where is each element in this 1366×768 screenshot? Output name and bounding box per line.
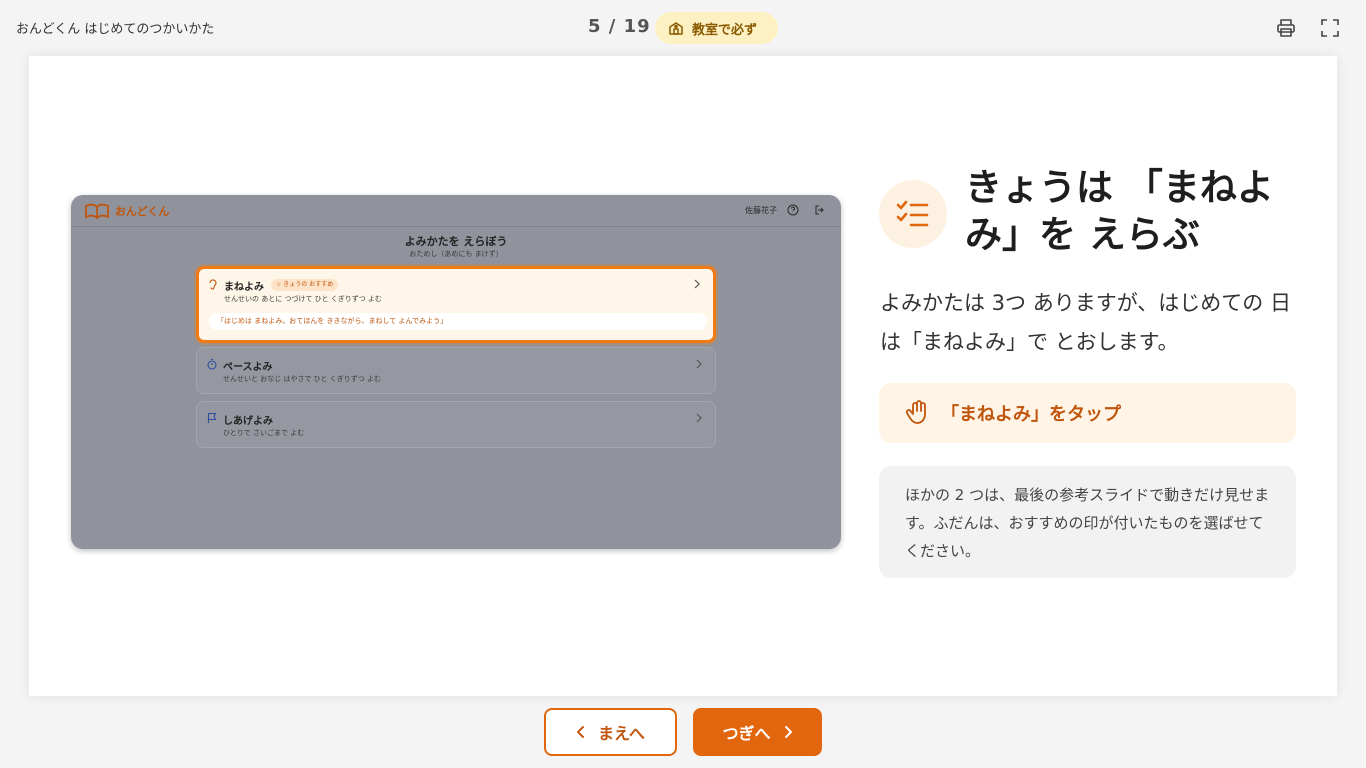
preview-logo-text: おんどくん [115,205,170,218]
badge-label: 教室で必ず [692,22,758,38]
chevron-right-icon [694,279,700,289]
top-bar: おんどくん はじめてのつかいかた 5 / 19 教室で必ず [0,0,1366,56]
book-logo-icon [85,203,109,220]
checklist-icon-circle [879,180,947,248]
next-label: つぎへ [722,724,771,743]
print-icon [1277,19,1295,37]
classroom-badge: 教室で必ず [655,12,778,44]
chevron-right-icon [696,413,702,423]
preview-subtitle: おためし（あめにも まけず） [409,250,503,258]
chevron-right-icon [696,359,702,369]
hand-tap-icon [905,400,926,424]
mode-card-maneyomi: まねよみ ☆ きょうの おすすめ せんせいの あとに つづけて ひと くぎりずつ… [196,266,716,343]
mode-card-shiageyomi: しあげよみ ひとりで さいごまで よむ [196,401,716,448]
preview-title: よみかたを えらぼう [404,235,508,248]
tap-instruction-box: 「まねよみ」をタップ [879,383,1296,443]
school-icon [669,22,683,35]
teacher-note-text: ほかの 2 つは、最後の参考スライドで動きだけ見せます。ふだんは、おすすめの印が… [905,486,1270,560]
logout-icon [815,205,824,215]
mode-card-quote: 「はじめは まねよみ。おてほんを ききながら、まねして よんでみよう」 [209,313,707,330]
prev-button[interactable]: まえへ [544,708,677,756]
fullscreen-icon [1321,19,1339,37]
preview-user-name: 佐藤花子 [745,206,777,215]
flag-icon [207,412,217,423]
ear-icon [209,279,217,290]
fullscreen-button[interactable] [1318,16,1342,40]
slide-heading: きょうは 「まねよみ」を えらぶ [965,166,1274,256]
next-button[interactable]: つぎへ [693,708,822,756]
preview-header: おんどくん 佐藤花子 [71,195,841,227]
prev-label: まえへ [598,724,645,743]
recommend-tag: ☆ きょうの おすすめ [271,279,339,291]
stopwatch-icon [207,358,217,370]
app-preview: おんどくん 佐藤花子 よみかたを えらぼう おためし（あめにも まけず） まねよ… [71,195,841,549]
tap-instruction-text: 「まねよみ」をタップ [941,404,1121,425]
mode-card-title: まねよみ [224,282,264,293]
checklist-icon [896,200,929,227]
mode-card-paceyomi: ペースよみ せんせいと おなじ はやさで ひと くぎりずつ よむ [196,347,716,394]
slide: おんどくん 佐藤花子 よみかたを えらぼう おためし（あめにも まけず） まねよ… [29,56,1337,696]
chevron-right-icon [784,726,792,738]
mode-card-desc: せんせいと おなじ はやさで ひと くぎりずつ よむ [223,375,381,383]
mode-card-title: ペースよみ [223,362,273,373]
help-icon [787,204,799,216]
deck-title: おんどくん はじめてのつかいかた [16,22,215,37]
chevron-left-icon [577,726,585,738]
mode-card-title: しあげよみ [223,416,273,427]
print-button[interactable] [1274,16,1298,40]
page-counter: 5 / 19 [588,16,651,37]
preview-logo: おんどくん [83,202,169,220]
slide-lead: よみかたは 3つ ありますが、はじめての 日は「まねよみ」で とおします。 [880,291,1291,354]
mode-card-desc: ひとりで さいごまで よむ [223,429,305,437]
mode-card-desc: せんせいの あとに つづけて ひと くぎりずつ よむ [224,295,382,303]
teacher-note: ほかの 2 つは、最後の参考スライドで動きだけ見せます。ふだんは、おすすめの印が… [879,466,1296,578]
